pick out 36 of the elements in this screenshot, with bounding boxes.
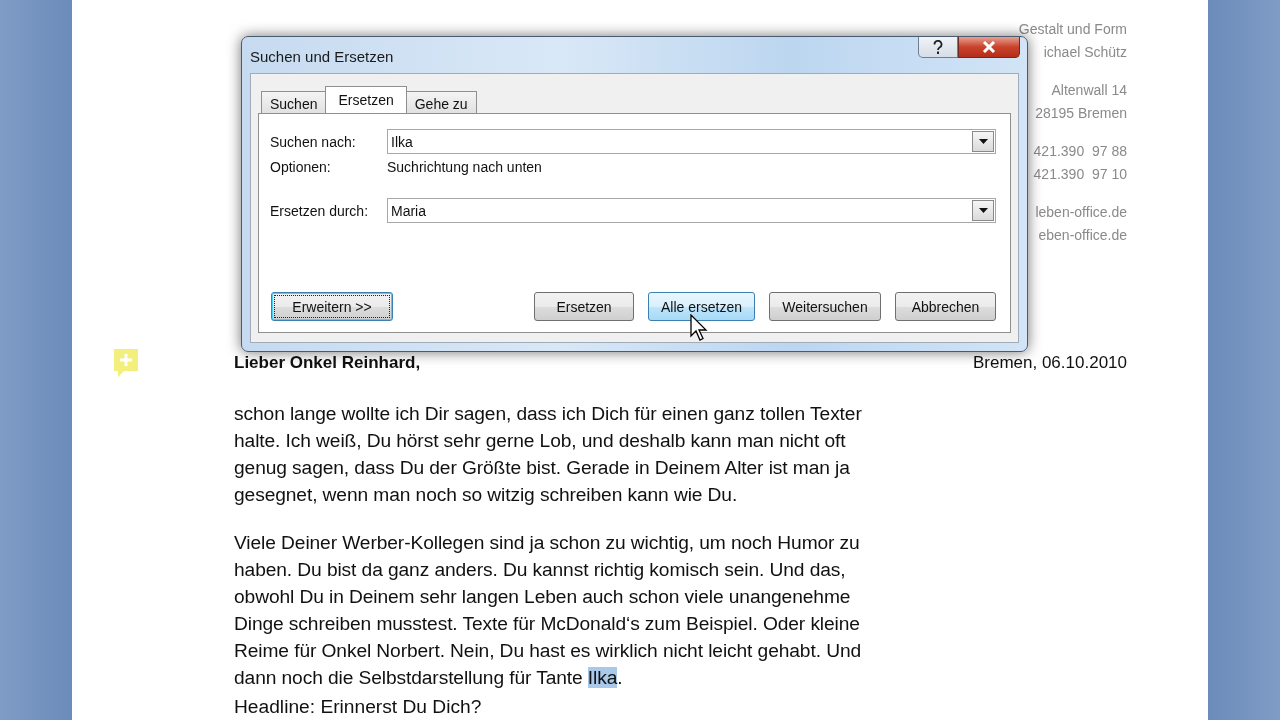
close-icon <box>982 41 996 53</box>
sender-line: eben-office.de <box>1038 226 1127 245</box>
dialog-button[interactable]: Alle ersetzen <box>648 292 755 321</box>
field-label: Optionen: <box>270 159 332 175</box>
combo-field[interactable]: Maria <box>387 198 996 223</box>
option-value: Suchrichtung nach unten <box>387 159 542 175</box>
body-paragraph: Viele Deiner Werber-Kollegen sind ja schon zu wichtig, um noch Humor zu haben. Du bist da ganz anders. Du kannst richtig komisch sein. Und das, obwohl Du in Deinem sehr langen Leben auch schon viele unangenehme Dinge schreiben musstest. Texte für McDonald‘s zum Beispiel. Oder kleine Reime für Onkel Norbert. Nein, Du hast es wirklich nicht leicht gehabt. Und dann noch die Selbstdarstellung für Tante Ilka. <box>234 531 863 690</box>
dialog-button[interactable]: Weitersuchen <box>769 292 881 321</box>
dialog-button[interactable]: Erweitern >> <box>271 292 393 321</box>
caret-icon <box>978 208 988 213</box>
dialog-button[interactable]: Abbrechen <box>895 292 996 321</box>
dialog-title: Suchen und Ersetzen <box>250 48 394 65</box>
headline-text: Headline: Erinnerst Du Dich? <box>234 696 483 718</box>
sender-line: 421.390 97 10 <box>1033 165 1127 184</box>
help-icon <box>933 39 943 55</box>
sender-line: 421.390 97 88 <box>1033 142 1127 161</box>
sender-line: 28195 Bremen <box>1035 104 1127 123</box>
dropdown-button[interactable] <box>972 131 994 152</box>
field-label: Ersetzen durch: <box>270 202 370 219</box>
dialog-tab[interactable]: Ersetzen <box>325 86 407 113</box>
field-label: Suchen nach: <box>270 133 357 150</box>
dropdown-button[interactable] <box>972 200 994 221</box>
combo-field[interactable]: Ilka <box>387 129 996 154</box>
body-paragraph: schon lange wollte ich Dir sagen, dass ich Dich für einen ganz tollen Texter halte. Ich weiß, Du hörst sehr gerne Lob, und deshalb kann man nicht oft genug sagen, dass Du der Größte bist. Gerade in Deinem Alter ist man ja gesegnet, wenn man noch so witzig schreiben kann wie Du. <box>234 402 863 507</box>
sender-line: leben-office.de <box>1035 203 1127 222</box>
dialog-button[interactable]: Ersetzen <box>534 292 634 321</box>
dialog-tab[interactable]: Gehe zu <box>405 91 477 113</box>
sender-line: Gestalt und Form <box>1018 20 1127 39</box>
sender-line: ichael Schütz <box>1043 43 1127 62</box>
help-button[interactable] <box>918 37 958 58</box>
caret-icon <box>978 139 988 144</box>
greeting: Lieber Onkel Reinhard, <box>234 352 421 374</box>
sender-line: Altenwall 14 <box>1051 81 1127 100</box>
close-button[interactable] <box>958 37 1020 58</box>
dialog-tab[interactable]: Suchen <box>261 91 327 113</box>
date-line: Bremen, 06.10.2010 <box>972 352 1127 374</box>
